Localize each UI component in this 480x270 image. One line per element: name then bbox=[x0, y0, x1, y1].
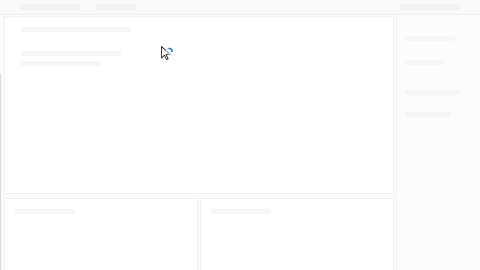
loading-placeholder bbox=[15, 209, 75, 214]
loading-placeholder bbox=[21, 51, 121, 56]
tab-placeholder[interactable] bbox=[20, 4, 80, 10]
content-card-right bbox=[200, 198, 394, 270]
title-bar bbox=[0, 0, 480, 15]
window-edge bbox=[0, 74, 1, 270]
app-window bbox=[0, 0, 480, 270]
tab-placeholder[interactable] bbox=[96, 4, 136, 10]
toolbar-placeholder bbox=[400, 4, 460, 10]
content-card-left bbox=[4, 198, 198, 270]
loading-placeholder bbox=[21, 27, 131, 32]
loading-placeholder bbox=[211, 209, 271, 214]
loading-placeholder bbox=[405, 90, 461, 95]
loading-placeholder bbox=[405, 36, 455, 41]
loading-placeholder bbox=[21, 61, 101, 66]
main-content-panel bbox=[4, 16, 394, 194]
loading-placeholder bbox=[405, 112, 451, 117]
busy-cursor-icon bbox=[161, 46, 173, 61]
right-sidebar bbox=[396, 16, 477, 270]
loading-placeholder bbox=[405, 60, 445, 65]
